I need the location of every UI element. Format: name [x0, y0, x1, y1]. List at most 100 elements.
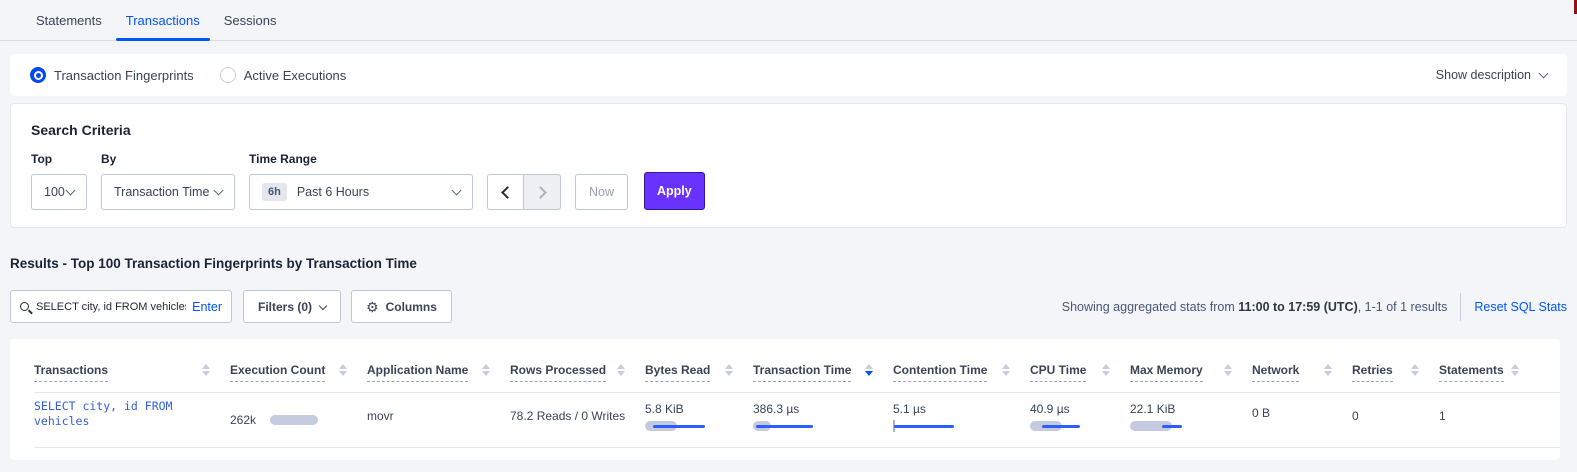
sort-icon[interactable] — [482, 364, 490, 376]
cpu-time-bar — [1030, 420, 1114, 432]
top-select-value: 100 — [44, 185, 65, 199]
search-icon — [20, 302, 29, 311]
max-memory-value: 22.1 KiB — [1130, 402, 1236, 416]
application-name-cell: movr — [367, 393, 510, 447]
column-header-transaction-time[interactable]: Transaction Time — [753, 363, 893, 392]
filters-button[interactable]: Filters (0) — [243, 290, 341, 323]
chevron-down-icon — [214, 185, 224, 195]
column-header-contention-time[interactable]: Contention Time — [893, 363, 1030, 392]
divider — [1460, 293, 1461, 321]
search-box: Enter — [10, 290, 232, 323]
columns-label: Columns — [386, 300, 437, 314]
radio-unselected-icon — [220, 67, 236, 83]
transaction-fingerprint-link[interactable]: SELECT city, id FROM vehicles — [34, 393, 230, 447]
chevron-down-icon — [66, 185, 76, 195]
radio-transaction-fingerprints[interactable]: Transaction Fingerprints — [30, 67, 194, 83]
tab-transactions[interactable]: Transactions — [114, 3, 212, 40]
column-header-bytes-read[interactable]: Bytes Read — [645, 363, 753, 392]
radio-selected-icon — [30, 67, 46, 83]
top-select[interactable]: 100 — [31, 174, 87, 210]
previous-time-window-button[interactable] — [487, 174, 524, 210]
next-time-window-button[interactable] — [524, 174, 561, 210]
top-field: Top 100 — [31, 152, 87, 210]
execution-count-cell: 262k — [230, 393, 367, 447]
column-header-max-memory[interactable]: Max Memory — [1130, 363, 1252, 392]
stats-suffix: , 1-1 of 1 results — [1358, 300, 1448, 314]
max-memory-bar — [1130, 420, 1236, 432]
time-range-field: Time Range 6h Past 6 Hours — [249, 152, 473, 210]
sort-icon-active-desc[interactable] — [865, 364, 873, 376]
apply-button[interactable]: Apply — [644, 172, 705, 210]
columns-button[interactable]: ⚙ Columns — [351, 290, 452, 323]
transaction-time-cell: 386.3 µs — [753, 393, 893, 447]
tab-statements[interactable]: Statements — [24, 3, 114, 40]
sort-icon[interactable] — [725, 364, 733, 376]
column-header-network[interactable]: Network — [1252, 363, 1352, 392]
max-memory-cell: 22.1 KiB — [1130, 393, 1252, 447]
time-range-select[interactable]: 6h Past 6 Hours — [249, 174, 473, 210]
execution-count-value: 262k — [230, 413, 256, 427]
sort-icon[interactable] — [339, 364, 347, 376]
chevron-right-icon — [534, 186, 547, 199]
time-range-label: Time Range — [249, 152, 473, 166]
time-range-badge: 6h — [262, 183, 287, 201]
tab-sessions[interactable]: Sessions — [212, 3, 289, 40]
sort-icon[interactable] — [202, 364, 210, 376]
radio-label: Transaction Fingerprints — [54, 68, 194, 83]
column-header-retries[interactable]: Retries — [1352, 363, 1439, 392]
contention-time-bar — [893, 420, 1014, 432]
transaction-time-value: 386.3 µs — [753, 402, 877, 416]
radio-active-executions[interactable]: Active Executions — [220, 67, 347, 83]
transactions-table: Transactions Execution Count Application… — [10, 339, 1560, 460]
chevron-down-icon — [319, 301, 327, 309]
by-select[interactable]: Transaction Time — [101, 174, 235, 210]
now-button[interactable]: Now — [575, 174, 628, 210]
reset-sql-stats-link[interactable]: Reset SQL Stats — [1474, 300, 1567, 314]
table-header-row: Transactions Execution Count Application… — [34, 339, 1560, 393]
chevron-down-icon — [1539, 68, 1549, 78]
by-label: By — [101, 152, 235, 166]
stats-summary: Showing aggregated stats from 11:00 to 1… — [1062, 300, 1448, 314]
contention-time-value: 5.1 µs — [893, 402, 1014, 416]
sort-icon[interactable] — [1224, 364, 1232, 376]
stats-time-range: 11:00 to 17:59 (UTC) — [1238, 300, 1357, 314]
chevron-left-icon — [501, 186, 514, 199]
page-tabs: Statements Transactions Sessions — [0, 0, 1577, 41]
statements-cell: 1 — [1439, 393, 1539, 447]
sort-icon[interactable] — [617, 364, 625, 376]
column-header-transactions[interactable]: Transactions — [34, 363, 230, 392]
execution-count-bar — [270, 415, 318, 425]
column-header-rows-processed[interactable]: Rows Processed — [510, 363, 645, 392]
sort-icon[interactable] — [1002, 364, 1010, 376]
results-heading: Results - Top 100 Transaction Fingerprin… — [10, 256, 417, 271]
column-header-execution-count[interactable]: Execution Count — [230, 363, 367, 392]
show-description-label: Show description — [1436, 68, 1531, 82]
bytes-read-value: 5.8 KiB — [645, 402, 737, 416]
results-controls: Enter Filters (0) ⚙ Columns Showing aggr… — [10, 290, 1567, 323]
column-header-statements[interactable]: Statements — [1439, 363, 1539, 392]
top-label: Top — [31, 152, 87, 166]
show-description-toggle[interactable]: Show description — [1436, 68, 1547, 82]
search-input[interactable] — [36, 301, 186, 313]
transaction-time-bar — [753, 420, 877, 432]
radio-label: Active Executions — [244, 68, 347, 83]
column-header-application-name[interactable]: Application Name — [367, 363, 510, 392]
chevron-down-icon — [452, 185, 462, 195]
by-field: By Transaction Time — [101, 152, 235, 210]
search-criteria-title: Search Criteria — [31, 122, 1546, 138]
network-cell: 0 B — [1252, 393, 1352, 447]
by-select-value: Transaction Time — [114, 185, 209, 199]
cpu-time-value: 40.9 µs — [1030, 402, 1114, 416]
view-toggle-bar: Transaction Fingerprints Active Executio… — [10, 54, 1567, 96]
search-enter-button[interactable]: Enter — [192, 300, 222, 314]
sort-icon[interactable] — [1411, 364, 1419, 376]
sort-icon[interactable] — [1511, 364, 1519, 376]
column-header-cpu-time[interactable]: CPU Time — [1030, 363, 1130, 392]
contention-time-cell: 5.1 µs — [893, 393, 1030, 447]
stats-prefix: Showing aggregated stats from — [1062, 300, 1239, 314]
sort-icon[interactable] — [1324, 364, 1332, 376]
stats-summary-area: Showing aggregated stats from 11:00 to 1… — [1062, 293, 1567, 321]
time-window-pager — [487, 174, 561, 210]
sort-icon[interactable] — [1102, 364, 1110, 376]
gear-icon: ⚙ — [366, 300, 379, 314]
